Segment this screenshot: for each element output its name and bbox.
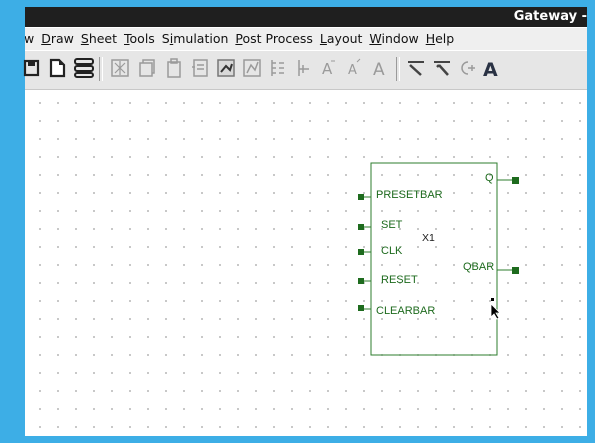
wire-tool-icon[interactable]	[214, 55, 238, 81]
mouse-cursor-icon	[490, 298, 501, 320]
menu-simulation[interactable]: Simulation	[160, 28, 231, 50]
text-medium-icon[interactable]: A	[343, 55, 367, 81]
title-bar[interactable]: Gateway -	[25, 7, 587, 27]
toolbar-separator	[396, 57, 400, 81]
pin-terminal-set[interactable]	[358, 224, 364, 230]
svg-text:A: A	[322, 60, 333, 78]
pin-label-qbar: QBAR	[463, 261, 495, 273]
menu-tools[interactable]: Tools	[122, 28, 157, 50]
menu-help[interactable]: Help	[424, 28, 457, 50]
pin-terminal-qbar[interactable]	[512, 267, 519, 274]
schematic-canvas[interactable]: PRESETBAR SET CLK RESET CLEARBAR Q QBAR …	[25, 90, 587, 436]
pin-terminal-presetbar[interactable]	[358, 194, 364, 200]
pin-terminal-clk[interactable]	[358, 249, 364, 255]
text-large-icon[interactable]: A	[369, 55, 393, 81]
pin-label-set: SET	[381, 219, 403, 231]
pin-label-presetbar: PRESETBAR	[376, 189, 443, 201]
menu-draw[interactable]: Draw	[39, 28, 76, 50]
pin-terminal-q[interactable]	[512, 177, 519, 184]
bus-icon[interactable]	[266, 55, 290, 81]
menu-sheet[interactable]: Sheet	[79, 28, 119, 50]
toolbar: A A A A	[23, 51, 587, 90]
pin-terminal-reset[interactable]	[358, 278, 364, 284]
pin-terminal-clearbar[interactable]	[358, 305, 364, 311]
copy-icon[interactable]	[135, 55, 159, 81]
probe-alt-icon[interactable]	[430, 55, 454, 81]
place-component-icon[interactable]	[108, 55, 132, 81]
svg-text:A: A	[483, 59, 498, 79]
window-title: Gateway -	[513, 9, 587, 24]
toolbar-separator	[99, 57, 103, 81]
schematic-drawing	[358, 162, 519, 356]
component-editor-icon[interactable]	[188, 55, 212, 81]
probe-icon[interactable]	[404, 55, 428, 81]
menu-bar: w Draw Sheet Tools Simulation Post Proce…	[25, 28, 587, 50]
pin-icon[interactable]	[291, 55, 315, 81]
marker-icon[interactable]	[454, 55, 478, 81]
save-icon[interactable]	[19, 55, 43, 81]
pin-label-clearbar: CLEARBAR	[376, 305, 436, 317]
paste-icon[interactable]	[162, 55, 186, 81]
stack-icon[interactable]	[72, 55, 96, 81]
new-sheet-icon[interactable]	[46, 55, 70, 81]
pin-label-clk: CLK	[381, 245, 403, 257]
instance-name-label: X1	[422, 232, 435, 244]
menu-view[interactable]: w	[25, 28, 36, 50]
menu-window[interactable]: Window	[367, 28, 420, 50]
svg-text:A: A	[373, 60, 385, 79]
menu-post-process[interactable]: Post Process	[233, 28, 315, 50]
font-icon[interactable]: A	[480, 55, 504, 81]
netlist-icon[interactable]	[240, 55, 264, 81]
svg-text:A: A	[348, 63, 357, 78]
menu-layout[interactable]: Layout	[318, 28, 365, 50]
text-small-icon[interactable]: A	[317, 55, 341, 81]
pin-label-reset: RESET	[381, 274, 418, 286]
pin-label-q: Q	[485, 172, 494, 184]
